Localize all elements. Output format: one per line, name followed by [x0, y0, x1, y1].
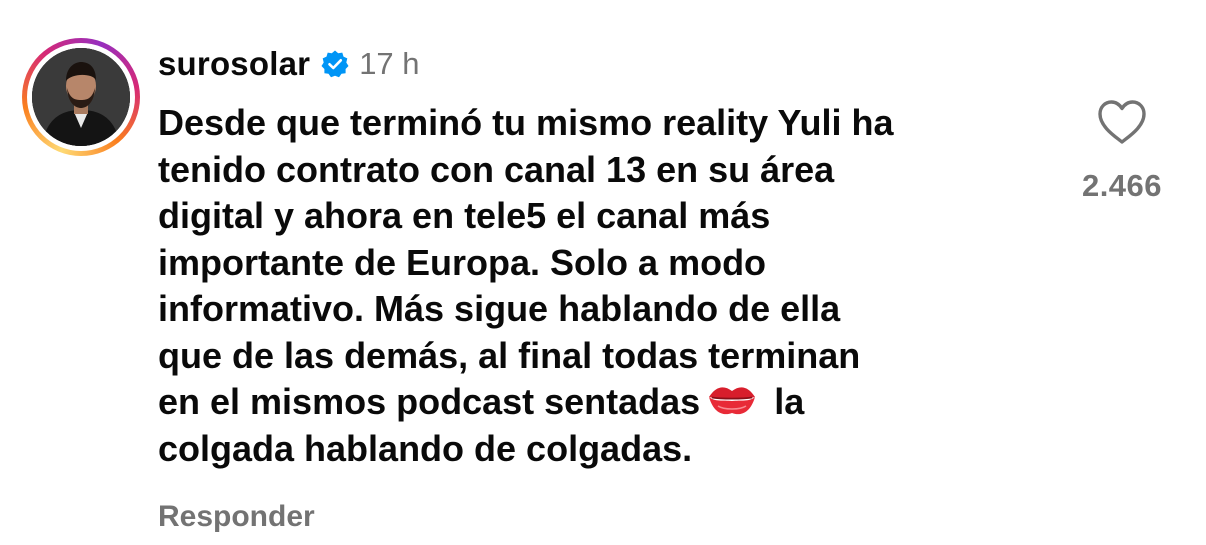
comment-text: Desde que terminó tu mismo reality Yuli …	[158, 100, 1038, 472]
comment-line: tenido contrato con canal 13 en su área	[158, 148, 835, 190]
comment-line: en el mismos podcast sentadas	[158, 381, 701, 422]
comment-line: informativo. Más sigue hablando de ella	[158, 288, 841, 329]
comment-line: Desde que terminó tu mismo reality Yuli …	[158, 102, 894, 143]
avatar-photo	[32, 48, 130, 146]
verified-badge-icon	[320, 49, 350, 79]
kiss-mark-emoji-icon	[706, 382, 758, 418]
comment-header: surosolar 17 h	[158, 44, 420, 84]
comment-item: surosolar 17 h Desde que terminó tu mism…	[0, 0, 1206, 545]
comment-line: digital y ahora en tele5 el canal más	[158, 195, 771, 236]
avatar-story-ring[interactable]	[22, 38, 140, 156]
comment-line: que de las demás, al final todas termina…	[158, 334, 861, 376]
comment-timestamp: 17 h	[359, 46, 420, 81]
like-count: 2.466	[1081, 168, 1163, 203]
username[interactable]: surosolar	[158, 45, 310, 83]
reply-button[interactable]: Responder	[158, 500, 315, 534]
heart-outline-icon[interactable]	[1096, 98, 1148, 148]
comment-line: colgada hablando de colgadas.	[158, 427, 693, 469]
comment-line: la	[774, 381, 805, 422]
avatar[interactable]	[32, 48, 130, 146]
comment-line: importante de Europa. Solo a modo	[158, 241, 767, 283]
